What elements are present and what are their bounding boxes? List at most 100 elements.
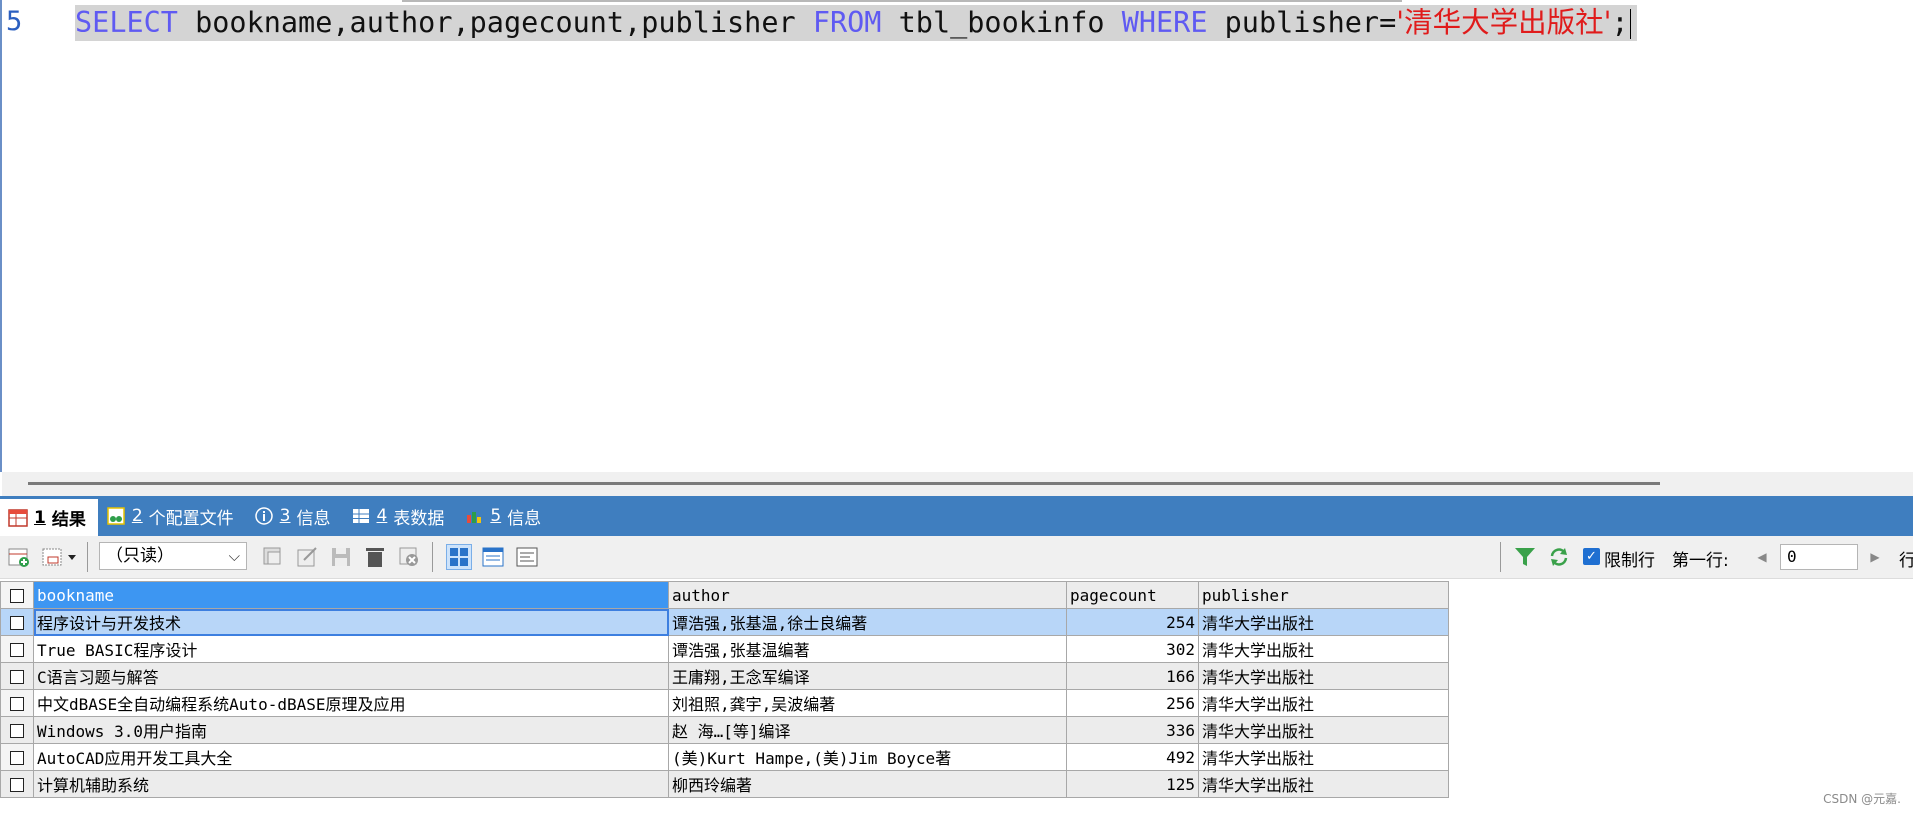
delete-row-icon[interactable] bbox=[362, 544, 388, 570]
row-checkbox[interactable] bbox=[0, 716, 34, 744]
tab-info-history[interactable]: 5 信息 bbox=[456, 499, 553, 533]
grid-mode-select[interactable]: （只读） ⌵ bbox=[99, 542, 247, 570]
sql-statement-line[interactable]: SELECT bookname,author,pagecount,publish… bbox=[75, 5, 1637, 41]
cell-author[interactable]: 刘祖照,龚宇,吴波编著 bbox=[668, 689, 1067, 717]
tab-table-data[interactable]: 4 表数据 bbox=[343, 499, 457, 533]
scrollbar-thumb[interactable] bbox=[28, 482, 1660, 485]
column-header-author[interactable]: author bbox=[668, 581, 1067, 609]
line-number: 5 bbox=[6, 6, 23, 37]
select-all-checkbox[interactable] bbox=[0, 581, 34, 609]
limit-rows-checkbox[interactable]: ✓ bbox=[1583, 548, 1600, 565]
cell-pagecount[interactable]: 125 bbox=[1066, 770, 1199, 798]
checkbox-icon bbox=[10, 643, 24, 657]
save-icon[interactable] bbox=[328, 544, 354, 570]
table-row[interactable]: Windows 3.0用户指南 赵 海…[等]编译 336 清华大学出版社 bbox=[0, 716, 1449, 744]
sql-terminator: ; bbox=[1611, 6, 1629, 39]
tab-number: 4 bbox=[376, 506, 388, 526]
cell-publisher[interactable]: 清华大学出版社 bbox=[1198, 608, 1449, 636]
toolbar-separator bbox=[432, 542, 433, 572]
chevron-down-icon: ⌵ bbox=[228, 547, 240, 565]
editor-horizontal-scrollbar[interactable] bbox=[2, 472, 1913, 496]
table-row[interactable]: True BASIC程序设计 谭浩强,张基温编著 302 清华大学出版社 bbox=[0, 635, 1449, 663]
duplicate-row-icon[interactable] bbox=[260, 544, 286, 570]
export-dropdown-icon[interactable] bbox=[40, 544, 80, 570]
checkbox-icon bbox=[10, 751, 24, 765]
cell-pagecount[interactable]: 256 bbox=[1066, 689, 1199, 717]
checkbox-icon bbox=[10, 724, 24, 738]
edit-cell-icon[interactable] bbox=[294, 544, 320, 570]
tab-info[interactable]: 3 信息 bbox=[246, 499, 343, 533]
cell-pagecount[interactable]: 166 bbox=[1066, 662, 1199, 690]
first-row-input[interactable]: 0 bbox=[1780, 544, 1858, 570]
toolbar-separator bbox=[1500, 542, 1501, 572]
cell-publisher[interactable]: 清华大学出版社 bbox=[1198, 635, 1449, 663]
table-row[interactable]: AutoCAD应用开发工具大全 (美)Kurt Hampe,(美)Jim Boy… bbox=[0, 743, 1449, 771]
result-tab-bar: 1 结果 2 个配置文件 3 信息 4 表数据 5 信息 bbox=[0, 496, 1913, 536]
cell-bookname[interactable]: AutoCAD应用开发工具大全 bbox=[33, 743, 669, 771]
cell-bookname[interactable]: C语言习题与解答 bbox=[33, 662, 669, 690]
cell-pagecount[interactable]: 492 bbox=[1066, 743, 1199, 771]
result-table: bookname author pagecount publisher 程序设计… bbox=[0, 581, 1449, 798]
table-row[interactable]: 中文dBASE全自动编程系统Auto-dBASE原理及应用 刘祖照,龚宇,吴波编… bbox=[0, 689, 1449, 717]
row-checkbox[interactable] bbox=[0, 770, 34, 798]
table-header-row: bookname author pagecount publisher bbox=[0, 581, 1449, 609]
tab-number: 5 bbox=[490, 506, 502, 526]
tab-number: 2 bbox=[131, 506, 143, 526]
discard-changes-icon[interactable] bbox=[396, 544, 422, 570]
grid-view-icon[interactable] bbox=[446, 544, 472, 570]
cell-author[interactable]: 谭浩强,张基温,徐士良编著 bbox=[668, 608, 1067, 636]
cell-publisher[interactable]: 清华大学出版社 bbox=[1198, 716, 1449, 744]
cell-publisher[interactable]: 清华大学出版社 bbox=[1198, 689, 1449, 717]
table-row[interactable]: 程序设计与开发技术 谭浩强,张基温,徐士良编著 254 清华大学出版社 bbox=[0, 608, 1449, 636]
sql-keyword-select: SELECT bbox=[75, 6, 178, 39]
row-checkbox[interactable] bbox=[0, 608, 34, 636]
text-view-icon[interactable] bbox=[514, 544, 540, 570]
table-data-icon bbox=[351, 506, 371, 526]
cell-pagecount[interactable]: 302 bbox=[1066, 635, 1199, 663]
column-header-pagecount[interactable]: pagecount bbox=[1066, 581, 1199, 609]
tab-label: 信息 bbox=[507, 508, 542, 529]
cell-author[interactable]: 柳西玲编著 bbox=[668, 770, 1067, 798]
row-checkbox[interactable] bbox=[0, 743, 34, 771]
table-row[interactable]: 计算机辅助系统 柳西玲编著 125 清华大学出版社 bbox=[0, 770, 1449, 798]
grid-mode-value: （只读） bbox=[106, 546, 174, 566]
row-checkbox[interactable] bbox=[0, 689, 34, 717]
cell-pagecount[interactable]: 254 bbox=[1066, 608, 1199, 636]
form-view-icon[interactable] bbox=[480, 544, 506, 570]
cell-author[interactable]: 谭浩强,张基温编著 bbox=[668, 635, 1067, 663]
checkbox-icon bbox=[10, 589, 24, 603]
column-header-publisher[interactable]: publisher bbox=[1198, 581, 1449, 609]
cell-publisher[interactable]: 清华大学出版社 bbox=[1198, 770, 1449, 798]
cell-bookname[interactable]: 中文dBASE全自动编程系统Auto-dBASE原理及应用 bbox=[33, 689, 669, 717]
row-checkbox[interactable] bbox=[0, 635, 34, 663]
cell-bookname[interactable]: Windows 3.0用户指南 bbox=[33, 716, 669, 744]
tab-number: 3 bbox=[279, 506, 291, 526]
sql-editor[interactable]: 5 SELECT bookname,author,pagecount,publi… bbox=[0, 0, 1913, 472]
cell-author[interactable]: 王庸翔,王念军编译 bbox=[668, 662, 1067, 690]
tab-profile[interactable]: 2 个配置文件 bbox=[98, 499, 246, 533]
cell-author[interactable]: 赵 海…[等]编译 bbox=[668, 716, 1067, 744]
limit-rows-label: 限制行 bbox=[1604, 551, 1655, 571]
add-row-icon[interactable] bbox=[6, 544, 32, 570]
cell-author[interactable]: (美)Kurt Hampe,(美)Jim Boyce著 bbox=[668, 743, 1067, 771]
filter-icon[interactable] bbox=[1512, 544, 1538, 570]
tab-result[interactable]: 1 结果 bbox=[0, 499, 98, 536]
checkbox-icon bbox=[10, 697, 24, 711]
next-page-button[interactable]: ▶ bbox=[1866, 547, 1884, 567]
info-history-icon bbox=[464, 506, 484, 526]
cell-publisher[interactable]: 清华大学出版社 bbox=[1198, 662, 1449, 690]
cell-pagecount[interactable]: 336 bbox=[1066, 716, 1199, 744]
row-checkbox[interactable] bbox=[0, 662, 34, 690]
table-row[interactable]: C语言习题与解答 王庸翔,王念军编译 166 清华大学出版社 bbox=[0, 662, 1449, 690]
sql-columns: bookname,author,pagecount,publisher bbox=[177, 6, 813, 39]
info-icon bbox=[254, 506, 274, 526]
refresh-icon[interactable] bbox=[1546, 544, 1572, 570]
cell-bookname[interactable]: 程序设计与开发技术 bbox=[33, 608, 669, 636]
cell-bookname[interactable]: 计算机辅助系统 bbox=[33, 770, 669, 798]
tab-number: 1 bbox=[34, 507, 46, 528]
column-header-bookname[interactable]: bookname bbox=[33, 581, 669, 609]
previous-page-button[interactable]: ◀ bbox=[1753, 547, 1771, 567]
cell-publisher[interactable]: 清华大学出版社 bbox=[1198, 743, 1449, 771]
cell-bookname[interactable]: True BASIC程序设计 bbox=[33, 635, 669, 663]
tab-label: 信息 bbox=[296, 508, 331, 529]
